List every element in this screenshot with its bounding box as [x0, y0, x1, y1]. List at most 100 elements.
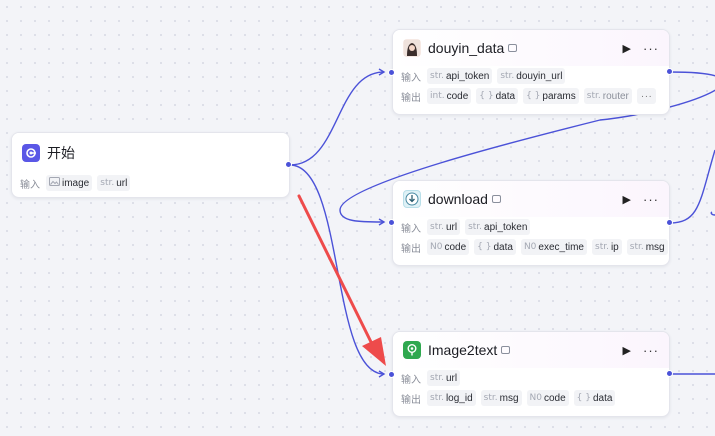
download-input-port[interactable]: [388, 219, 395, 226]
param-tag[interactable]: { } data: [573, 390, 616, 406]
start-output-port[interactable]: [285, 161, 292, 168]
more-menu-button[interactable]: ···: [643, 192, 659, 207]
param-tag[interactable]: N0 code: [526, 390, 569, 406]
param-tag[interactable]: str. api_token: [465, 219, 531, 235]
param-type: N0: [430, 242, 443, 252]
param-name: router: [602, 90, 629, 102]
param-name: code: [446, 90, 469, 102]
param-tag[interactable]: image: [46, 175, 93, 191]
input-label: 输入: [401, 223, 421, 235]
output-label: 输出: [401, 92, 421, 104]
param-name: data: [493, 241, 513, 253]
more-menu-button[interactable]: ···: [643, 41, 659, 56]
param-tag[interactable]: str. log_id: [427, 390, 476, 406]
run-button[interactable]: ▶: [623, 193, 631, 206]
param-type: int.: [430, 91, 445, 101]
input-label: 输入: [401, 374, 421, 386]
image2text-node[interactable]: Image2text ▶ ··· 输入 str. url 输出 str. log_i…: [392, 331, 670, 417]
param-name: data: [495, 90, 516, 102]
param-tag[interactable]: str. url: [427, 219, 461, 235]
param-tag[interactable]: N0 exec_time: [520, 239, 587, 255]
param-tag[interactable]: N0 code: [427, 239, 470, 255]
wire-download-out: [669, 149, 715, 224]
param-type: N0: [523, 242, 537, 252]
download-output-row: 输出 N0 code { } data N0 exec_time str. ip str…: [393, 237, 669, 257]
param-name: api_token: [484, 221, 528, 233]
param-name: ip: [610, 241, 619, 253]
image2text-output-row: 输出 str. log_id str. msg N0 code { } data: [393, 388, 669, 408]
more-menu-button[interactable]: ···: [643, 343, 659, 358]
param-name: url: [445, 372, 458, 384]
param-name: url: [116, 177, 128, 189]
link-icon: [491, 195, 501, 203]
run-button[interactable]: ▶: [623, 42, 631, 55]
param-type: str.: [500, 71, 515, 81]
param-tag[interactable]: { } data: [476, 88, 519, 104]
param-type: str.: [430, 222, 444, 232]
param-name: data: [593, 392, 613, 404]
start-input-row: 输入 image str. url: [12, 173, 289, 193]
param-name: params: [542, 90, 576, 102]
download-node-title: download: [428, 191, 488, 207]
start-icon: [22, 144, 40, 162]
more-outputs-button[interactable]: ···: [636, 88, 657, 104]
douyin-input-row: 输入 str. api_token str. douyin_url: [393, 66, 669, 86]
param-type: str.: [629, 242, 644, 252]
douyin-node-header: douyin_data ▶ ···: [393, 30, 669, 66]
input-label: 输入: [401, 72, 421, 84]
param-tag[interactable]: str. router: [583, 88, 632, 104]
param-tag[interactable]: { } params: [523, 88, 579, 104]
param-name: exec_time: [538, 241, 584, 253]
param-tag[interactable]: int. code: [427, 88, 472, 104]
param-type: str.: [430, 71, 444, 81]
link-icon: [508, 44, 518, 52]
param-tag[interactable]: str. url: [427, 370, 461, 386]
param-tag[interactable]: str. msg: [480, 390, 522, 406]
param-name: msg: [499, 392, 519, 404]
download-node[interactable]: download ▶ ··· 输入 str. url str. api_token …: [392, 180, 670, 266]
param-tag[interactable]: { } data: [474, 239, 516, 255]
workflow-canvas[interactable]: 开始 输入 image str. url douyin_data ▶ ··· 输…: [0, 0, 715, 436]
param-name: douyin_url: [516, 70, 563, 82]
param-type: str.: [100, 178, 115, 188]
param-tag[interactable]: str. ip: [592, 239, 622, 255]
wire-start-to-douyin: [289, 68, 386, 166]
douyin-output-port[interactable]: [666, 68, 673, 75]
param-type: str.: [430, 373, 444, 383]
download-plugin-icon: [403, 190, 421, 208]
avatar-girl-icon: [403, 39, 421, 57]
image2text-output-port[interactable]: [666, 370, 673, 377]
param-type: { }: [526, 91, 541, 101]
douyin-node-title: douyin_data: [428, 40, 505, 56]
douyin-output-row: 输出 int. code { } data { } params str. router…: [393, 86, 669, 106]
param-tag[interactable]: str. url: [97, 175, 131, 191]
start-node-header: 开始: [12, 133, 289, 173]
param-type: N0: [529, 393, 542, 403]
param-type: str.: [468, 222, 483, 232]
param-type: { }: [479, 91, 494, 101]
download-output-port[interactable]: [666, 219, 673, 226]
output-label: 输出: [401, 394, 421, 406]
param-name: code: [543, 392, 566, 404]
run-button[interactable]: ▶: [623, 344, 631, 357]
image2text-input-port[interactable]: [388, 371, 395, 378]
douyin-data-node[interactable]: douyin_data ▶ ··· 输入 str. api_token str. d…: [392, 29, 670, 115]
param-name: image: [62, 177, 90, 189]
image2text-node-title: Image2text: [428, 342, 498, 358]
wire-offscreen-in: [710, 211, 715, 216]
douyin-input-port[interactable]: [388, 69, 395, 76]
param-name: api_token: [445, 70, 490, 82]
start-node[interactable]: 开始 输入 image str. url: [11, 132, 290, 198]
input-label: 输入: [20, 179, 40, 191]
param-type: str.: [483, 393, 498, 403]
download-input-row: 输入 str. url str. api_token: [393, 217, 669, 237]
param-type: str.: [430, 393, 444, 403]
param-name: msg: [645, 241, 665, 253]
param-tag[interactable]: str. douyin_url: [497, 68, 566, 84]
image2text-node-header: Image2text ▶ ···: [393, 332, 669, 368]
download-node-header: download ▶ ···: [393, 181, 669, 217]
param-tag[interactable]: str. msg: [626, 239, 668, 255]
param-type: { }: [477, 242, 492, 252]
image2text-input-row: 输入 str. url: [393, 368, 669, 388]
param-tag[interactable]: str. api_token: [427, 68, 493, 84]
